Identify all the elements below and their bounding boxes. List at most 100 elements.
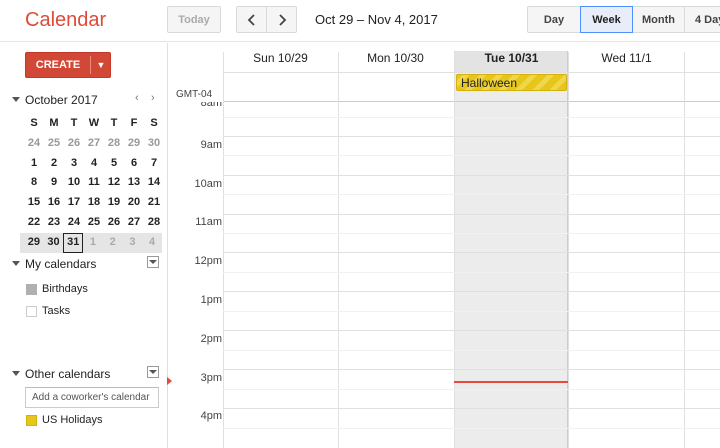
app-logo[interactable]: Calendar [25, 9, 106, 32]
mini-day[interactable]: 24 [64, 213, 84, 233]
next-week-button[interactable] [266, 6, 297, 33]
mini-day[interactable]: 1 [24, 154, 44, 174]
mini-calendar-title[interactable]: October 2017 [25, 93, 98, 107]
top-bar: Calendar Today Oct 29 – Nov 4, 2017 Day … [0, 0, 720, 42]
my-calendars-header: My calendars [10, 256, 162, 272]
create-dropdown-icon[interactable]: ▼ [91, 53, 111, 77]
hour-line [223, 214, 720, 215]
add-coworker-calendar-input[interactable] [25, 387, 159, 408]
create-button[interactable]: CREATE ▼ [25, 52, 111, 78]
weekday-header: F [130, 117, 138, 129]
collapse-triangle-icon[interactable] [12, 371, 20, 376]
mini-day[interactable]: 22 [24, 213, 44, 233]
hour-line [223, 408, 720, 409]
mini-day[interactable]: 25 [44, 134, 64, 154]
weekday-header: T [70, 117, 78, 129]
day-header-wed[interactable]: Wed 11/1 [569, 51, 684, 65]
weekday-header: S [150, 117, 158, 129]
mini-day[interactable]: 29 [24, 233, 44, 253]
mini-day[interactable]: 14 [144, 173, 164, 193]
mini-day[interactable]: 4 [142, 233, 162, 253]
mini-day[interactable]: 28 [144, 213, 164, 233]
mini-day[interactable]: 16 [44, 193, 64, 213]
mini-day[interactable]: 21 [144, 193, 164, 213]
other-calendars-title[interactable]: Other calendars [25, 367, 110, 381]
mini-day[interactable]: 4 [84, 154, 104, 174]
chevron-right-icon [278, 13, 286, 26]
mini-day[interactable]: 29 [124, 134, 144, 154]
mini-day[interactable]: 8 [24, 173, 44, 193]
timezone-label: GMT-04 [176, 89, 213, 100]
dropdown-icon [149, 260, 157, 264]
hour-line [223, 291, 720, 292]
week-grid: Sun 10/29 Mon 10/30 Tue 10/31 Wed 11/1 G… [167, 43, 720, 448]
today-button[interactable]: Today [167, 6, 221, 33]
calendar-item-us-holidays[interactable]: US Holidays [26, 413, 103, 427]
calendar-item-tasks[interactable]: Tasks [26, 304, 70, 318]
mini-day[interactable]: 20 [124, 193, 144, 213]
collapse-triangle-icon[interactable] [12, 261, 20, 266]
mini-day[interactable]: 6 [124, 154, 144, 174]
hour-label: 4pm [200, 410, 222, 422]
mini-day[interactable]: 5 [104, 154, 124, 174]
mini-day[interactable]: 25 [84, 213, 104, 233]
mini-day[interactable]: 30 [44, 233, 64, 253]
mini-day[interactable]: 27 [124, 213, 144, 233]
calendar-color-swatch[interactable] [26, 305, 37, 317]
mini-day[interactable]: 18 [84, 193, 104, 213]
mini-next-month-icon[interactable]: › [151, 92, 155, 104]
calendar-item-label: Tasks [42, 305, 71, 317]
day-header-sun[interactable]: Sun 10/29 [223, 51, 338, 65]
mini-day[interactable]: 30 [144, 134, 164, 154]
mini-day[interactable]: 26 [64, 134, 84, 154]
mini-day[interactable]: 11 [84, 173, 104, 193]
collapse-triangle-icon[interactable] [12, 97, 20, 102]
mini-day[interactable]: 1 [83, 233, 103, 253]
day-header-mon[interactable]: Mon 10/30 [338, 51, 453, 65]
view-week-button[interactable]: Week [580, 6, 633, 33]
calendar-item-label: US Holidays [42, 414, 103, 426]
weekday-header: M [49, 117, 59, 129]
mini-day[interactable]: 13 [124, 173, 144, 193]
view-day-button[interactable]: Day [527, 6, 581, 33]
mini-day[interactable]: 3 [64, 154, 84, 174]
my-calendars-title[interactable]: My calendars [25, 257, 96, 271]
hour-label: 12pm [194, 255, 222, 267]
mini-day[interactable]: 27 [84, 134, 104, 154]
all-day-event-halloween[interactable]: Halloween [456, 74, 567, 91]
mini-day[interactable]: 24 [24, 134, 44, 154]
half-hour-line [223, 233, 720, 234]
calendar-item-birthdays[interactable]: Birthdays [26, 282, 88, 296]
hour-label: 10am [194, 178, 222, 190]
mini-day-today[interactable]: 31 [63, 232, 84, 253]
view-month-button[interactable]: Month [632, 6, 685, 33]
mini-day[interactable]: 15 [24, 193, 44, 213]
mini-day[interactable]: 10 [64, 173, 84, 193]
mini-day[interactable]: 17 [64, 193, 84, 213]
mini-day[interactable]: 2 [44, 154, 64, 174]
create-button-label[interactable]: CREATE [26, 53, 90, 77]
current-time-line [454, 381, 568, 383]
mini-day[interactable]: 19 [104, 193, 124, 213]
calendar-item-label: Birthdays [42, 283, 88, 295]
previous-week-button[interactable] [236, 6, 267, 33]
calendar-color-swatch[interactable] [26, 414, 37, 426]
mini-day[interactable]: 28 [104, 134, 124, 154]
other-calendars-menu-button[interactable] [147, 366, 159, 378]
view-4day-button[interactable]: 4 Day [684, 6, 720, 33]
mini-day[interactable]: 3 [123, 233, 143, 253]
hour-line [223, 136, 720, 137]
calendar-color-swatch[interactable] [26, 283, 37, 295]
my-calendars-menu-button[interactable] [147, 256, 159, 268]
half-hour-line [223, 311, 720, 312]
mini-day[interactable]: 26 [104, 213, 124, 233]
mini-day[interactable]: 9 [44, 173, 64, 193]
mini-calendar: S M T W T F S 24 25 26 27 28 29 30 1 2 3… [20, 114, 164, 253]
mini-day[interactable]: 7 [144, 154, 164, 174]
mini-day[interactable]: 23 [44, 213, 64, 233]
mini-prev-month-icon[interactable]: ‹ [135, 92, 139, 104]
half-hour-line [223, 389, 720, 390]
mini-day[interactable]: 12 [104, 173, 124, 193]
day-header-tue[interactable]: Tue 10/31 [454, 51, 569, 65]
mini-day[interactable]: 2 [103, 233, 123, 253]
